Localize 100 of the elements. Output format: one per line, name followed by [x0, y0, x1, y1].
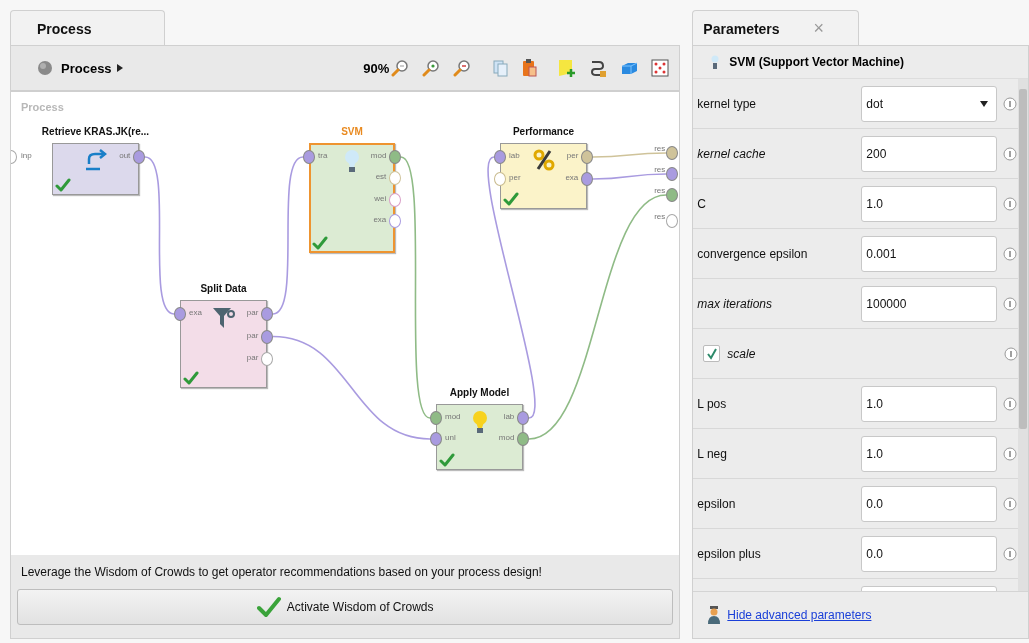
port-label: res [654, 165, 666, 174]
info-icon[interactable] [1003, 296, 1018, 311]
operator-title: Apply Model [448, 387, 511, 398]
input-port[interactable] [666, 188, 678, 202]
redo-arrow-icon [83, 149, 108, 171]
input-field[interactable]: 0.0 [861, 485, 998, 522]
breadcrumb-link[interactable]: Process [61, 60, 112, 76]
port-label: mod [498, 433, 515, 442]
info-icon[interactable] [1003, 546, 1018, 561]
checkbox[interactable] [703, 345, 721, 362]
output-port[interactable] [517, 411, 529, 425]
input-port[interactable] [666, 167, 678, 181]
info-icon[interactable] [1003, 96, 1018, 111]
info-icon[interactable] [1003, 246, 1018, 261]
zoom-level: 90% [363, 60, 390, 76]
parameter-label: kernel cache [697, 146, 767, 161]
info-icon[interactable] [1003, 446, 1018, 461]
operator-box[interactable] [52, 143, 139, 195]
operator-box[interactable] [180, 300, 267, 388]
port-label: per [566, 151, 579, 160]
zoom-fit-icon[interactable] [391, 59, 410, 77]
info-icon[interactable] [1003, 146, 1018, 161]
input-port[interactable] [666, 146, 678, 160]
input-port[interactable] [430, 432, 442, 446]
add-note-icon[interactable] [558, 59, 577, 77]
port-label: unl [445, 433, 456, 442]
grid-layout-icon[interactable] [651, 59, 670, 77]
clipboard-icon[interactable] [521, 59, 538, 77]
zoom-in-icon[interactable] [422, 59, 441, 77]
info-icon[interactable] [1003, 396, 1018, 411]
process-tab[interactable]: Process [10, 10, 165, 45]
parameter-label: L neg [697, 446, 728, 461]
input-port[interactable] [494, 172, 506, 186]
port-label: par [246, 330, 259, 340]
input-port[interactable] [303, 150, 315, 164]
operator-box[interactable] [500, 143, 587, 209]
input-field[interactable]: 0.0 [861, 535, 998, 572]
hide-advanced-link[interactable]: Hide advanced parameters [727, 608, 872, 622]
info-icon[interactable] [1003, 196, 1018, 211]
port-label: lab [503, 412, 515, 421]
info-icon[interactable] [1004, 346, 1018, 361]
zoom-out-icon[interactable] [453, 59, 472, 77]
operator-box[interactable] [436, 404, 523, 470]
port-label: per [509, 173, 521, 182]
parameter-label: kernel type [697, 96, 758, 111]
caret-icon[interactable] [116, 64, 123, 72]
recommendation-message: Leverage the Wisdom of Crowds to get operator recommendations based on your process design! [21, 565, 542, 579]
port-label: par [246, 353, 259, 362]
input-port[interactable] [666, 214, 678, 228]
kernel-dropdown[interactable]: dot [861, 85, 998, 122]
light-bulb-icon [471, 410, 488, 436]
output-port[interactable] [581, 172, 593, 186]
parameters-tab[interactable]: Parameters × [692, 10, 860, 45]
port-label: res [654, 144, 666, 153]
parameter-label: C [697, 196, 707, 211]
output-port[interactable] [581, 150, 593, 164]
input-port[interactable] [494, 150, 506, 164]
scrollbar[interactable] [1018, 79, 1028, 591]
activate-button[interactable]: Activate Wisdom of Crowds [17, 589, 674, 625]
port-label: exa [565, 173, 579, 182]
input-field[interactable]: 1.0 [861, 185, 998, 222]
output-port[interactable] [517, 432, 529, 446]
port-label: exa [373, 214, 387, 224]
plug-icon[interactable] [589, 59, 608, 77]
input-port[interactable] [430, 411, 442, 425]
port-label: out [119, 151, 131, 160]
output-port[interactable] [389, 150, 401, 164]
parameter-label: scale [727, 346, 756, 361]
port-label: mod [445, 412, 461, 421]
port-label: res [654, 212, 666, 221]
info-icon[interactable] [1003, 496, 1018, 511]
parameter-label: epsilon [697, 496, 737, 511]
percent-icon [532, 149, 555, 171]
input-field[interactable]: 100000 [861, 285, 998, 322]
output-port[interactable] [261, 352, 273, 366]
person-icon [707, 606, 722, 624]
port-label: res [654, 186, 666, 195]
copy-icon[interactable] [492, 59, 509, 77]
operator-title: Retrieve KRAS.JK(re... [40, 126, 151, 137]
port-label: mod [370, 151, 387, 160]
input-port[interactable] [174, 307, 186, 321]
output-port[interactable] [261, 307, 273, 321]
input-field[interactable]: 1.0 [861, 435, 998, 472]
parameter-label: epsilon plus [697, 546, 762, 561]
output-port[interactable] [133, 150, 145, 164]
operator-title: Performance [511, 126, 576, 137]
operator-box[interactable] [309, 143, 395, 253]
parameter-label: max iterations [697, 296, 774, 311]
check-icon [256, 596, 281, 618]
input-field[interactable]: 200 [861, 135, 998, 172]
process-status-icon [37, 60, 53, 76]
output-port[interactable] [389, 171, 401, 186]
port-label: tra [318, 151, 328, 160]
input-field[interactable]: 1.0 [861, 385, 998, 422]
port-label: par [246, 308, 259, 317]
parameter-label: convergence epsilon [697, 246, 809, 261]
check-icon [705, 347, 718, 360]
input-field[interactable]: 0.001 [861, 235, 998, 272]
operator-title: Split Data [199, 283, 248, 294]
dropdown-arrow-icon [980, 100, 989, 107]
